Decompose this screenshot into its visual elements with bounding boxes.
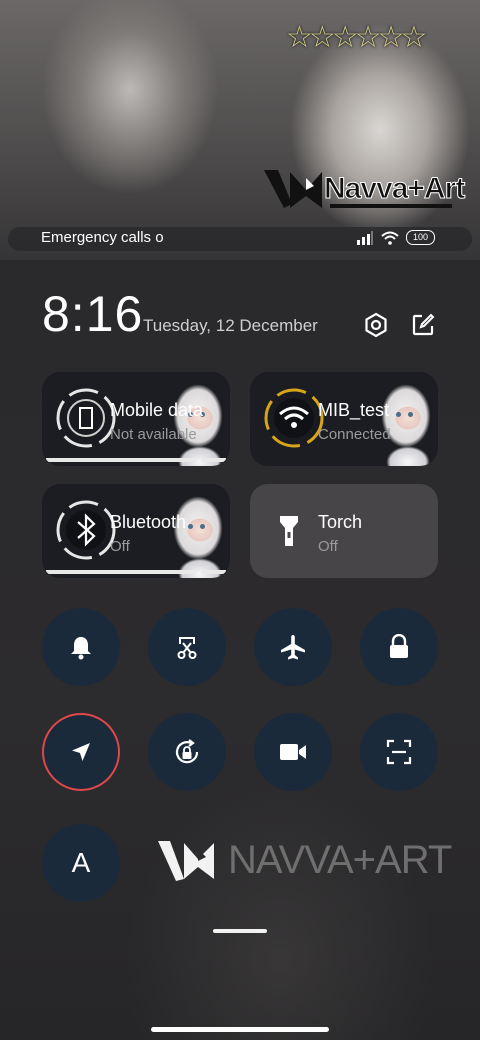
tile-decor-bar xyxy=(46,458,196,462)
wifi-icon xyxy=(381,231,399,245)
rotation-lock-icon xyxy=(175,739,199,764)
tile-subtitle: Off xyxy=(110,538,130,555)
status-bar: Emergency calls o 100 xyxy=(8,227,472,251)
screen-record-toggle[interactable] xyxy=(254,713,332,791)
tile-subtitle: Connected xyxy=(318,426,391,443)
video-camera-icon xyxy=(280,744,306,760)
font-toggle-label: A xyxy=(71,847,91,878)
scan-icon xyxy=(386,739,412,765)
status-icons: 100 xyxy=(356,230,435,245)
scissors-screenshot-icon xyxy=(177,637,197,659)
tile-subtitle: Not available xyxy=(110,426,197,443)
edit-icon xyxy=(412,313,435,336)
torch-icon xyxy=(280,516,298,546)
edit-tiles-button[interactable] xyxy=(409,311,437,339)
tile-decor-bar xyxy=(202,458,226,462)
tile-torch[interactable]: Torch Off xyxy=(250,484,438,578)
tile-decor-bar xyxy=(202,570,226,574)
screenshot-toggle[interactable] xyxy=(148,608,226,686)
lock-screen-toggle[interactable] xyxy=(360,608,438,686)
tile-title: Mobile data xyxy=(110,400,204,420)
gesture-navigation-bar[interactable] xyxy=(151,1027,329,1032)
location-arrow-icon xyxy=(72,743,90,761)
airplane-mode-toggle[interactable] xyxy=(254,608,332,686)
brand-name-top: Navva+Art xyxy=(323,172,465,206)
wifi-icon xyxy=(264,388,324,448)
settings-button[interactable] xyxy=(362,311,390,339)
sound-toggle[interactable] xyxy=(42,608,120,686)
tile-decor-bar xyxy=(46,570,196,574)
tile-title: Torch xyxy=(318,512,363,532)
mobile-data-icon xyxy=(56,388,116,448)
panel-drag-handle[interactable] xyxy=(213,929,267,933)
date-label[interactable]: Tuesday, 12 December xyxy=(143,316,318,336)
brand-underline xyxy=(330,204,452,208)
signal-icon xyxy=(357,230,373,245)
tile-title: Bluetooth xyxy=(110,512,187,532)
navva-logo-icon xyxy=(158,840,214,881)
airplane-icon xyxy=(281,635,305,660)
rotation-lock-toggle[interactable] xyxy=(148,713,226,791)
font-size-toggle[interactable]: A xyxy=(42,824,120,902)
tile-bluetooth[interactable]: Bluetooth Off xyxy=(42,484,230,578)
clock[interactable]: 8:16 xyxy=(42,285,143,343)
tile-title: MIB_test xyxy=(318,400,390,420)
emergency-calls-text: Emergency calls o xyxy=(41,229,164,246)
tile-subtitle: Off xyxy=(318,538,338,555)
battery-indicator: 100 xyxy=(406,230,435,245)
tile-wifi[interactable]: MIB_test Connected xyxy=(250,372,438,466)
location-toggle[interactable] xyxy=(42,713,120,791)
scanner-toggle[interactable] xyxy=(360,713,438,791)
wallpaper-logo-bottom: NAVVA+ART xyxy=(156,838,452,883)
bell-icon xyxy=(71,637,91,660)
brand-name-bottom: NAVVA+ART xyxy=(228,838,452,882)
gear-icon xyxy=(365,312,387,338)
navva-logo-icon xyxy=(264,170,322,208)
wallpaper-stars: ☆☆☆☆☆☆ xyxy=(286,21,427,54)
lock-icon xyxy=(390,634,408,658)
tile-mobile-data[interactable]: Mobile data Not available xyxy=(42,372,230,466)
bluetooth-icon xyxy=(56,500,116,560)
